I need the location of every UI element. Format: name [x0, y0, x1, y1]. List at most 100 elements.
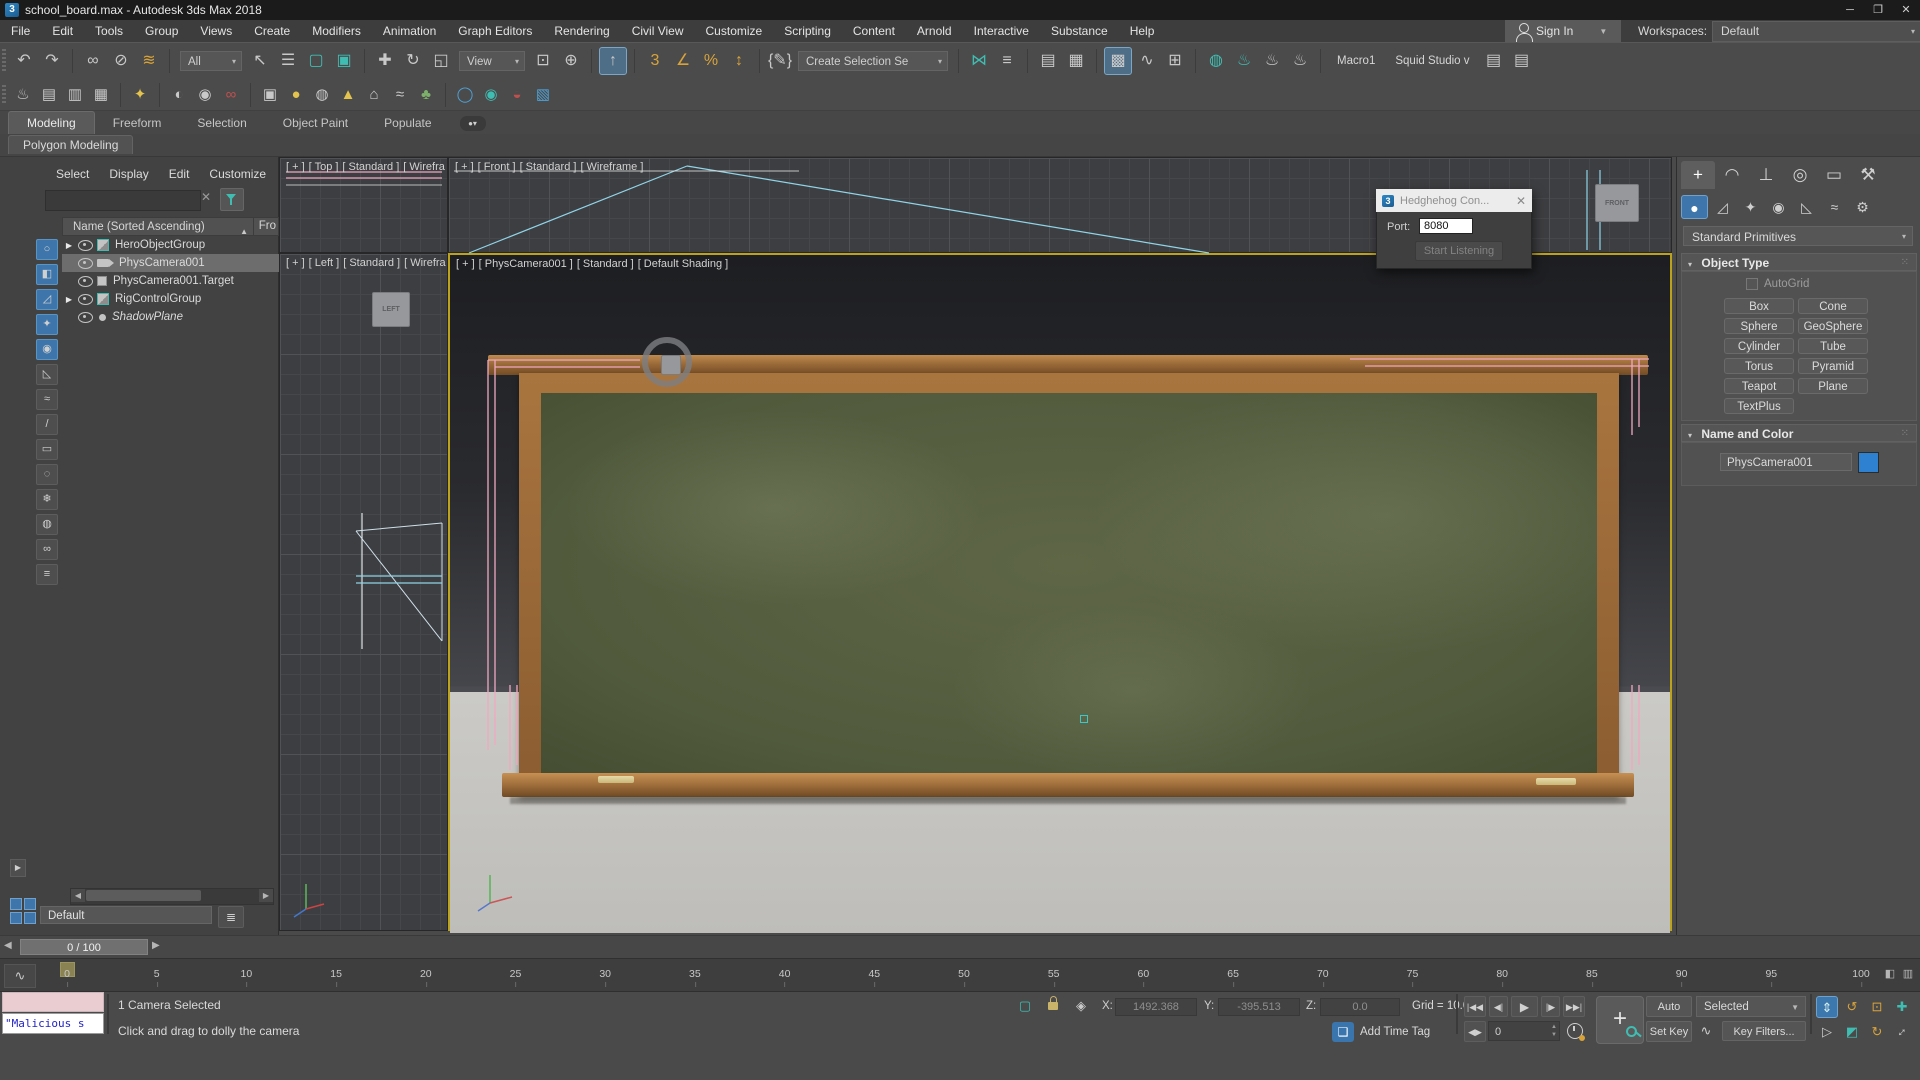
tree-row-shadowplane[interactable]: ShadowPlane — [62, 308, 279, 326]
menu-arnold[interactable]: Arnold — [906, 20, 963, 42]
visibility-eye-icon[interactable] — [78, 258, 93, 269]
teapot-settings-icon[interactable]: ♨ — [11, 83, 35, 107]
viewport-shading-label[interactable]: [ Wirefra — [404, 257, 446, 269]
utilities-tab[interactable]: ⚒ — [1851, 161, 1885, 189]
tree-row-physcamera001[interactable]: PhysCamera001 — [62, 254, 279, 272]
dolly-camera-icon[interactable]: ⇕ — [1816, 996, 1838, 1018]
use-pivot-point-center-icon[interactable]: ⊡ — [530, 48, 556, 74]
viewport-shading-label[interactable]: [ Default Shading ] — [638, 258, 729, 270]
viewport-render-label[interactable]: [ Standard ] — [343, 257, 400, 269]
key-filter-curve-icon[interactable]: ∿ — [1696, 1021, 1716, 1041]
display-cameras-icon[interactable]: ◉ — [36, 339, 58, 360]
workspaces-dropdown[interactable]: Default ▾ — [1712, 21, 1920, 42]
select-object-icon[interactable]: ↖ — [247, 48, 273, 74]
named-selection-sets-dropdown[interactable]: Create Selection Se▾ — [798, 51, 948, 71]
explorer-menu-customize[interactable]: Customize — [199, 167, 276, 181]
clear-search-icon[interactable]: ✕ — [201, 190, 211, 204]
visibility-eye-icon[interactable] — [78, 312, 93, 323]
sphere-button[interactable]: Sphere — [1724, 318, 1794, 334]
toolbar-grip[interactable] — [2, 49, 6, 73]
autogrid-checkbox[interactable] — [1746, 278, 1758, 290]
region-zoom-icon[interactable]: ⊡ — [1866, 996, 1888, 1018]
start-listening-button[interactable]: Start Listening — [1415, 241, 1503, 261]
viewport-render-label[interactable]: [ Standard ] — [520, 161, 577, 173]
menu-content[interactable]: Content — [842, 20, 906, 42]
viewport-render-label[interactable]: [ Standard ] — [577, 258, 634, 270]
viewport-left[interactable]: [ + ][ Left ][ Standard ][ Wirefra LEFT — [279, 253, 448, 931]
box-button[interactable]: Box — [1724, 298, 1794, 314]
time-tag-icon[interactable]: ❑ — [1332, 1022, 1354, 1042]
image-plane-icon[interactable]: ▣ — [258, 83, 282, 107]
time-slider-prev-icon[interactable]: ◀ — [4, 940, 12, 951]
display-frozen-icon[interactable]: ❄ — [36, 489, 58, 510]
layer-list-icon[interactable]: ≣ — [218, 906, 244, 928]
tab-populate[interactable]: Populate — [366, 112, 449, 134]
maximize-viewport-toggle-icon[interactable]: ↕ — [1891, 1021, 1913, 1043]
transform-gizmo-icon[interactable]: ◈ — [1070, 996, 1092, 1016]
explorer-column-header[interactable]: Name (Sorted Ascending) ▲ Fro — [62, 217, 279, 236]
primitive-category-dropdown[interactable]: Standard Primitives ▾ — [1683, 226, 1913, 246]
x-coordinate-field[interactable]: 1492.368 — [1115, 998, 1197, 1016]
dialog-title-bar[interactable]: 3 Hedghehog Con... ✕ — [1376, 189, 1532, 212]
menu-edit[interactable]: Edit — [41, 20, 84, 42]
display-lights-icon[interactable]: ✦ — [36, 314, 58, 335]
orbit-camera-icon[interactable]: ↻ — [1866, 1021, 1888, 1043]
filter-icon[interactable] — [220, 188, 244, 211]
tube-button[interactable]: Tube — [1798, 338, 1868, 354]
modify-tab[interactable]: ◠ — [1715, 161, 1749, 189]
vp-label-camera[interactable]: [ + ][ PhysCamera001 ][ Standard ][ Defa… — [456, 258, 732, 270]
close-button[interactable]: ✕ — [1892, 0, 1920, 20]
macro1-button[interactable]: Macro1 — [1337, 55, 1375, 67]
viewport-pov-label[interactable]: [ Top ] — [309, 161, 339, 173]
key-mode-toggle-button[interactable]: ◀▶ — [1464, 1021, 1486, 1042]
walk-through-icon[interactable]: ◩ — [1841, 1021, 1863, 1043]
scroll-left-icon[interactable]: ◀ — [71, 889, 85, 902]
dialog-close-icon[interactable]: ✕ — [1512, 194, 1526, 208]
teapot-button[interactable]: Teapot — [1724, 378, 1794, 394]
mini-curve-editor-icon[interactable]: ∿ — [4, 964, 36, 988]
reference-coordinate-dropdown[interactable]: View▾ — [459, 51, 525, 71]
track-bar[interactable]: ∿ ◧ ▥ 0510152025303540455055606570758085… — [0, 958, 1920, 992]
trackbar-option-icon-1[interactable]: ◧ — [1882, 966, 1898, 982]
display-hidden-icon[interactable]: ◌ — [36, 464, 58, 485]
menu-help[interactable]: Help — [1119, 20, 1166, 42]
macro-extra-icon-1[interactable]: ▤ — [1481, 48, 1507, 74]
viewcube-top[interactable] — [661, 355, 681, 375]
shapes-category-icon[interactable]: ◿ — [1709, 195, 1736, 219]
menu-create[interactable]: Create — [243, 20, 301, 42]
display-bones-icon[interactable]: / — [36, 414, 58, 435]
menu-rendering[interactable]: Rendering — [543, 20, 620, 42]
select-and-rotate-icon[interactable]: ↻ — [400, 48, 426, 74]
pyramid-button[interactable]: Pyramid — [1798, 358, 1868, 374]
lights-category-icon[interactable]: ✦ — [1737, 195, 1764, 219]
menu-views[interactable]: Views — [189, 20, 243, 42]
sync-selection-icon[interactable]: ∞ — [36, 539, 58, 560]
time-slider-next-icon[interactable]: ▶ — [152, 940, 160, 951]
blue-cube-icon[interactable]: ▧ — [531, 83, 555, 107]
unlink-selection-icon[interactable]: ⊘ — [108, 48, 134, 74]
hf-waves-icon[interactable]: ≈ — [388, 83, 412, 107]
visibility-eye-icon[interactable] — [78, 294, 93, 305]
explorer-search-input[interactable] — [45, 190, 201, 211]
cone-star-icon[interactable]: ▲ — [336, 83, 360, 107]
menu-scripting[interactable]: Scripting — [773, 20, 842, 42]
home-grid-icon[interactable]: ⌂ — [362, 83, 386, 107]
parameter-editor-icon[interactable]: ▦ — [89, 83, 113, 107]
plane-button[interactable]: Plane — [1798, 378, 1868, 394]
sphere-yellow-icon[interactable]: ● — [284, 83, 308, 107]
maxscript-mini-listener[interactable]: "Malicious s — [2, 1013, 104, 1034]
panel-expand-arrow[interactable]: ▶ — [10, 859, 26, 877]
visibility-eye-icon[interactable] — [78, 276, 93, 287]
sign-in-button[interactable]: Sign In ▼ — [1505, 20, 1621, 42]
add-time-tag[interactable]: Add Time Tag — [1360, 1026, 1430, 1038]
viewport-layout-tabs-icon[interactable] — [10, 898, 36, 924]
scroll-right-icon[interactable]: ▶ — [259, 889, 273, 902]
toggle-scene-explorer-icon[interactable]: ▤ — [1035, 48, 1061, 74]
key-filters-button[interactable]: Key Filters... — [1722, 1021, 1806, 1041]
set-key-button[interactable]: Set Key — [1646, 1021, 1692, 1042]
bind-to-space-warp-icon[interactable]: ≋ — [136, 48, 162, 74]
toggle-ribbon-icon[interactable]: ▩ — [1104, 47, 1132, 75]
tab-object-paint[interactable]: Object Paint — [265, 112, 366, 134]
textplus-button[interactable]: TextPlus — [1724, 398, 1794, 414]
expand-arrow-icon[interactable]: ▶ — [62, 295, 76, 304]
